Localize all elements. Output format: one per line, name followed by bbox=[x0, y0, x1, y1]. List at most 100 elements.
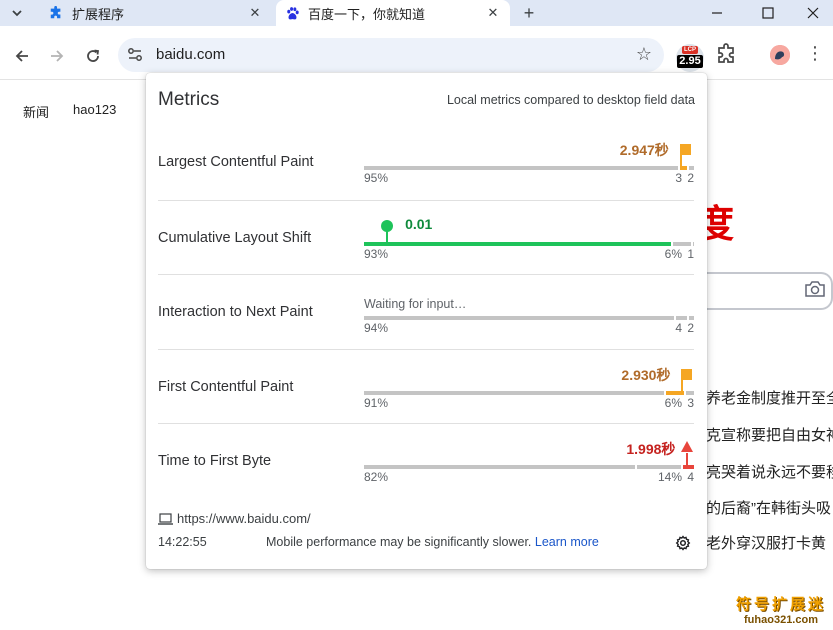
nav-link-hao123[interactable]: hao123 bbox=[73, 102, 116, 117]
extension-badge-label: LCP bbox=[682, 46, 698, 54]
arrow-left-icon bbox=[15, 50, 28, 62]
bookmark-star-icon[interactable]: ☆ bbox=[636, 44, 652, 65]
marker-line bbox=[679, 154, 682, 170]
poor-percent: 2 bbox=[687, 171, 694, 185]
metric-row: Time to First Byte 82% 4 14% 1.998秒 bbox=[158, 423, 694, 497]
page-url-row: https://www.baidu.com/ bbox=[158, 511, 311, 526]
tab-extensions[interactable]: 扩展程序 ✕ bbox=[40, 0, 272, 26]
distribution-bar bbox=[364, 241, 694, 246]
mobile-note: Mobile performance may be significantly … bbox=[266, 535, 599, 549]
minimize-button[interactable] bbox=[694, 0, 740, 26]
distribution-bar bbox=[364, 166, 694, 170]
needs-improvement-percent: 14% bbox=[657, 470, 682, 484]
puzzle-icon bbox=[48, 5, 64, 21]
segment-divider bbox=[684, 390, 687, 395]
laptop-icon bbox=[158, 512, 173, 525]
address-bar[interactable]: baidu.com ☆ bbox=[118, 38, 664, 72]
hot-search-item[interactable]: 亮哭着说永远不要移 bbox=[706, 461, 833, 482]
good-percent: 93% bbox=[364, 246, 389, 261]
extension-badge-value: 2.95 bbox=[677, 55, 703, 68]
poor-percent: 3 bbox=[687, 395, 694, 410]
reload-button[interactable] bbox=[81, 44, 105, 68]
popup-title: Metrics bbox=[158, 89, 220, 110]
good-percent: 95% bbox=[364, 171, 389, 185]
good-percent: 91% bbox=[364, 395, 389, 410]
extensions-menu-icon[interactable] bbox=[716, 43, 738, 65]
metric-name: Time to First Byte bbox=[158, 453, 272, 469]
metric-value: 2.947秒 bbox=[619, 142, 669, 158]
marker-line bbox=[686, 453, 689, 469]
good-percent: 82% bbox=[364, 470, 389, 484]
browser-toolbar: baidu.com ☆ LCP 2.95 ⋮ bbox=[0, 26, 833, 80]
timestamp: 14:22:55 bbox=[158, 535, 207, 549]
gear-icon[interactable] bbox=[675, 535, 691, 551]
metric-row: Cumulative Layout Shift 93% 1 6% 0.01 bbox=[158, 199, 694, 274]
segment-divider bbox=[687, 316, 690, 320]
watermark-url: fuhao321.com bbox=[744, 614, 818, 626]
metric-name: Interaction to Next Paint bbox=[158, 304, 313, 320]
poor-percent: 1 bbox=[687, 246, 694, 261]
segment-divider bbox=[634, 465, 637, 469]
hot-search-item[interactable]: 克宣称要把自由女神 bbox=[706, 424, 833, 445]
distribution-bar bbox=[364, 465, 694, 469]
mobile-note-text: Mobile performance may be significantly … bbox=[266, 535, 532, 549]
segment-divider bbox=[670, 241, 673, 246]
web-vitals-popup: Metrics Local metrics compared to deskto… bbox=[146, 73, 707, 569]
needs-improvement-percent: 4 bbox=[675, 321, 682, 335]
poor-percent: 2 bbox=[687, 321, 694, 335]
segment-divider bbox=[687, 166, 690, 170]
new-tab-button[interactable]: + bbox=[518, 3, 540, 23]
marker-line bbox=[681, 378, 684, 395]
camera-icon[interactable] bbox=[804, 279, 826, 299]
metric-row: First Contentful Paint 91% 3 6% 2.930秒 bbox=[158, 348, 694, 423]
metric-name: Cumulative Layout Shift bbox=[158, 229, 312, 246]
metric-name: Largest Contentful Paint bbox=[158, 154, 314, 170]
close-tab-icon[interactable]: ✕ bbox=[246, 4, 264, 22]
avatar-image-icon bbox=[770, 45, 790, 65]
metric-row: Largest Contentful Paint 95% 2 3 2.947秒 bbox=[158, 125, 694, 199]
metric-name: First Contentful Paint bbox=[158, 378, 294, 395]
profile-avatar[interactable] bbox=[770, 45, 790, 65]
good-percent: 94% bbox=[364, 321, 389, 335]
watermark-title: 符号扩展迷 bbox=[736, 596, 827, 613]
forward-button[interactable] bbox=[45, 44, 69, 68]
needs-improvement-square-marker bbox=[679, 144, 691, 155]
good-circle-marker bbox=[381, 219, 394, 232]
segment-divider bbox=[680, 465, 683, 469]
waiting-text: Waiting for input… bbox=[364, 297, 467, 311]
distribution-bar bbox=[364, 316, 694, 320]
baidu-paw-icon bbox=[284, 5, 300, 21]
site-settings-icon[interactable] bbox=[126, 46, 144, 64]
site-watermark: 符号扩展迷 fuhao321.com bbox=[736, 593, 826, 626]
close-icon bbox=[807, 7, 819, 19]
learn-more-link[interactable]: Learn more bbox=[535, 535, 599, 549]
page-url[interactable]: https://www.baidu.com/ bbox=[177, 511, 311, 526]
marker-line bbox=[386, 229, 389, 246]
popup-subtitle: Local metrics compared to desktop field … bbox=[446, 93, 695, 107]
metric-row: Interaction to Next Paint 94% 2 4 Waiting fo… bbox=[158, 274, 694, 348]
chevron-down-icon bbox=[12, 10, 22, 17]
maximize-button[interactable] bbox=[745, 0, 791, 26]
hot-search-item[interactable]: 的后裔”在韩街头吸 bbox=[706, 497, 831, 518]
needs-improvement-square-marker bbox=[681, 368, 693, 380]
close-tab-icon[interactable]: ✕ bbox=[484, 4, 502, 22]
segment-divider bbox=[690, 241, 693, 246]
hot-search-item[interactable]: 老外穿汉服打卡黄 bbox=[706, 532, 826, 553]
back-button[interactable] bbox=[10, 44, 34, 68]
hot-search-item[interactable]: 养老金制度推开至全 bbox=[706, 387, 833, 408]
metric-value: 0.01 bbox=[405, 215, 433, 232]
nav-link-news[interactable]: 新闻 bbox=[23, 102, 49, 121]
minimize-icon bbox=[712, 12, 722, 14]
close-window-button[interactable] bbox=[790, 0, 833, 26]
reload-icon bbox=[87, 49, 100, 62]
chrome-menu-icon[interactable]: ⋮ bbox=[806, 43, 824, 65]
tab-title: 扩展程序 bbox=[72, 6, 125, 22]
good-segment bbox=[364, 241, 671, 246]
tab-search-button[interactable] bbox=[6, 4, 28, 22]
tab-baidu[interactable]: 百度一下，你就知道 ✕ bbox=[276, 0, 510, 26]
needs-improvement-percent: 6% bbox=[664, 246, 682, 261]
tab-title: 百度一下，你就知道 bbox=[308, 6, 426, 22]
tab-strip: 扩展程序 ✕ 百度一下，你就知道 ✕ + bbox=[0, 0, 833, 26]
needs-improvement-percent: 3 bbox=[675, 171, 682, 185]
web-vitals-extension-button[interactable]: LCP 2.95 bbox=[676, 44, 704, 72]
